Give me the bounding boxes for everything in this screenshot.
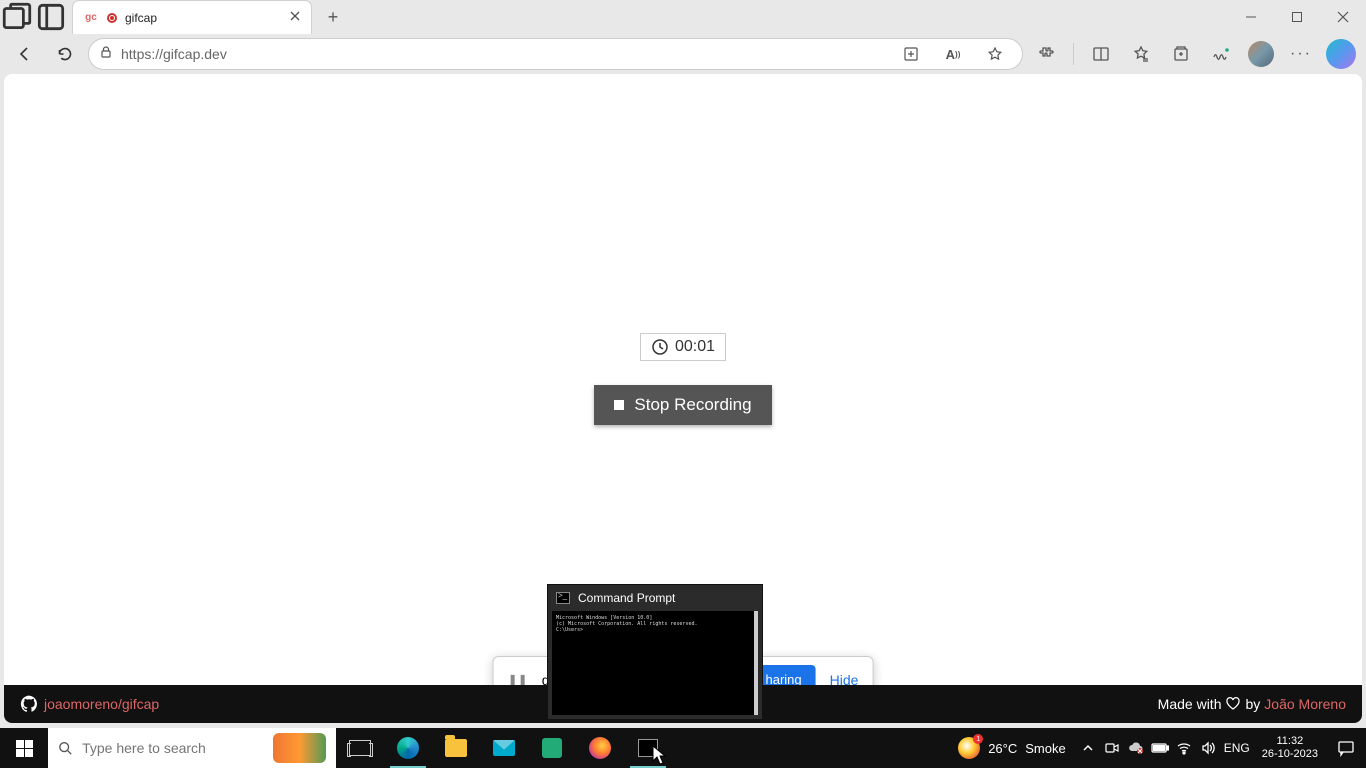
lock-icon xyxy=(99,45,113,64)
battery-icon[interactable] xyxy=(1148,728,1172,768)
close-tab-icon[interactable] xyxy=(289,9,301,27)
toolbar-divider xyxy=(1073,43,1074,65)
task-view-button[interactable] xyxy=(336,728,384,768)
read-aloud-icon[interactable]: A)) xyxy=(936,37,970,71)
firefox-icon xyxy=(589,737,611,759)
start-button[interactable] xyxy=(0,728,48,768)
task-view-icon xyxy=(349,740,371,756)
mail-icon xyxy=(493,740,515,756)
windows-logo-icon xyxy=(16,740,33,757)
taskbar-app-edge[interactable] xyxy=(384,728,432,768)
mouse-cursor-icon xyxy=(652,745,666,765)
edge-icon xyxy=(397,737,419,759)
collections-icon[interactable] xyxy=(1164,37,1198,71)
search-highlight-art xyxy=(273,733,326,763)
browser-toolbar: https://gifcap.dev A)) ··· xyxy=(0,34,1366,74)
split-screen-icon[interactable] xyxy=(1084,37,1118,71)
favorites-icon[interactable] xyxy=(1124,37,1158,71)
clock-time: 11:32 xyxy=(1262,735,1318,748)
weather-cond: Smoke xyxy=(1025,741,1065,756)
taskbar-clock[interactable]: 11:32 26-10-2023 xyxy=(1254,735,1326,761)
store-icon xyxy=(542,738,562,758)
folder-icon xyxy=(445,739,467,757)
cmd-icon xyxy=(556,592,570,604)
refresh-button[interactable] xyxy=(48,37,82,71)
taskbar-app-store[interactable] xyxy=(528,728,576,768)
author-link[interactable]: João Moreno xyxy=(1264,696,1346,712)
more-menu-icon[interactable]: ··· xyxy=(1284,37,1318,71)
heart-icon xyxy=(1225,696,1241,712)
stop-recording-button[interactable]: Stop Recording xyxy=(594,385,771,425)
taskbar-app-mail[interactable] xyxy=(480,728,528,768)
profile-avatar[interactable] xyxy=(1244,37,1278,71)
tray-overflow-icon[interactable] xyxy=(1076,728,1100,768)
performance-icon[interactable] xyxy=(1204,37,1238,71)
cmd-preview-title: Command Prompt xyxy=(578,591,675,605)
tab-actions-icon[interactable] xyxy=(0,0,34,34)
url-text: https://gifcap.dev xyxy=(121,46,886,62)
meet-now-icon[interactable] xyxy=(1100,728,1124,768)
volume-icon[interactable] xyxy=(1196,728,1220,768)
taskbar-preview-cmd[interactable]: Command Prompt Microsoft Windows [Versio… xyxy=(547,584,763,720)
address-bar[interactable]: https://gifcap.dev A)) xyxy=(88,38,1023,70)
stop-label: Stop Recording xyxy=(634,395,751,415)
tab-favicon: gc xyxy=(83,10,99,26)
made-with-text: Made with xyxy=(1158,696,1222,712)
favorite-star-icon[interactable] xyxy=(978,37,1012,71)
browser-tab-strip: gc gifcap + xyxy=(0,0,1366,34)
by-text: by xyxy=(1245,696,1260,712)
timer-value: 00:01 xyxy=(675,338,715,356)
recording-indicator-icon xyxy=(107,13,117,23)
new-tab-button[interactable]: + xyxy=(316,3,350,31)
back-button[interactable] xyxy=(8,37,42,71)
search-input[interactable] xyxy=(82,740,263,756)
clock-date: 26-10-2023 xyxy=(1262,748,1318,761)
copilot-icon[interactable] xyxy=(1324,37,1358,71)
wifi-icon[interactable] xyxy=(1172,728,1196,768)
system-tray: 1 26°C Smoke ENG 11:32 26-10-2023 xyxy=(948,728,1366,768)
repo-link[interactable]: joaomoreno/gifcap xyxy=(44,696,159,712)
taskbar-app-explorer[interactable] xyxy=(432,728,480,768)
cmd-preview-body: Microsoft Windows [Version 10.0] (c) Mic… xyxy=(552,611,758,715)
extensions-icon[interactable] xyxy=(1029,37,1063,71)
weather-widget[interactable]: 1 26°C Smoke xyxy=(948,737,1076,759)
action-center-icon[interactable] xyxy=(1326,728,1366,768)
browser-tab[interactable]: gc gifcap xyxy=(72,0,312,34)
windows-taskbar: 1 26°C Smoke ENG 11:32 26-10-2023 xyxy=(0,728,1366,768)
search-icon xyxy=(58,740,72,756)
taskbar-app-firefox[interactable] xyxy=(576,728,624,768)
language-indicator[interactable]: ENG xyxy=(1220,728,1254,768)
app-install-icon[interactable] xyxy=(894,37,928,71)
taskbar-search[interactable] xyxy=(48,728,336,768)
tab-title: gifcap xyxy=(125,11,281,25)
window-minimize-button[interactable] xyxy=(1228,0,1274,34)
vertical-tabs-icon[interactable] xyxy=(34,0,68,34)
clock-icon xyxy=(651,338,669,356)
onedrive-icon[interactable] xyxy=(1124,728,1148,768)
weather-badge: 1 xyxy=(973,734,983,744)
cmd-line: C:\Users> xyxy=(556,627,750,633)
stop-icon xyxy=(614,400,624,410)
weather-temp: 26°C xyxy=(988,741,1017,756)
github-icon xyxy=(20,695,38,713)
window-maximize-button[interactable] xyxy=(1274,0,1320,34)
window-close-button[interactable] xyxy=(1320,0,1366,34)
recording-timer: 00:01 xyxy=(640,333,726,361)
weather-icon: 1 xyxy=(958,737,980,759)
